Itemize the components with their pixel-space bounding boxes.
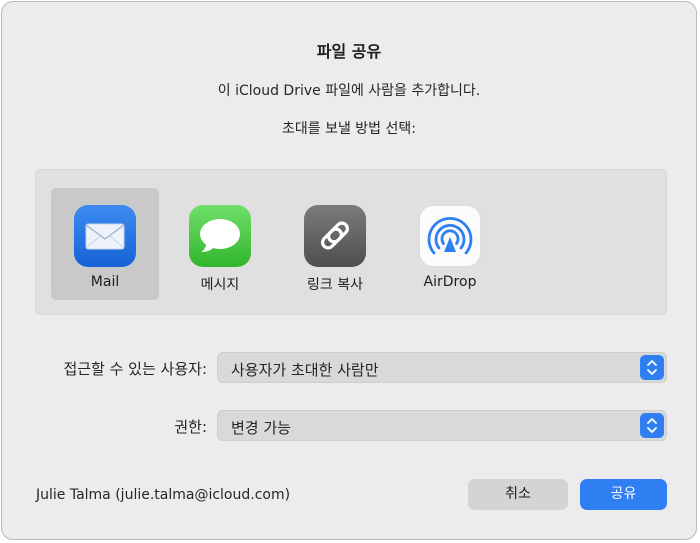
dialog-subtitle: 이 iCloud Drive 파일에 사람을 추가합니다. bbox=[217, 83, 481, 99]
method-airdrop[interactable]: AirDrop bbox=[396, 188, 504, 300]
invite-method-label: 초대를 보낼 방법 선택: bbox=[282, 121, 416, 137]
invite-methods-panel: Mail 메시지 링크 복사 AirDrop bbox=[35, 169, 667, 315]
share-button[interactable]: 공유 bbox=[580, 479, 667, 510]
airdrop-icon bbox=[419, 205, 481, 267]
method-copy-link-label: 링크 복사 bbox=[307, 277, 363, 293]
messages-icon bbox=[189, 205, 251, 267]
method-messages[interactable]: 메시지 bbox=[166, 188, 274, 300]
permission-select[interactable]: 변경 가능 bbox=[217, 410, 667, 441]
permission-label: 권한: bbox=[174, 418, 207, 436]
access-select-value: 사용자가 초대한 사람만 bbox=[231, 361, 379, 379]
method-mail-label: Mail bbox=[90, 274, 120, 290]
current-user-info: Julie Talma (julie.talma@icloud.com) bbox=[36, 487, 291, 503]
link-icon bbox=[304, 205, 366, 267]
share-file-dialog: 파일 공유 이 iCloud Drive 파일에 사람을 추가합니다. 초대를 … bbox=[1, 1, 697, 540]
chevron-up-down-icon[interactable] bbox=[640, 355, 664, 380]
cancel-button[interactable]: 취소 bbox=[468, 479, 568, 510]
access-label: 접근할 수 있는 사용자: bbox=[63, 360, 207, 378]
method-copy-link[interactable]: 링크 복사 bbox=[281, 188, 389, 300]
mail-icon bbox=[74, 205, 136, 267]
chevron-up-down-icon[interactable] bbox=[640, 413, 664, 438]
method-messages-label: 메시지 bbox=[200, 277, 240, 293]
dialog-title: 파일 공유 bbox=[316, 42, 382, 61]
permission-select-value: 변경 가능 bbox=[231, 419, 291, 437]
method-mail[interactable]: Mail bbox=[51, 188, 159, 300]
method-airdrop-label: AirDrop bbox=[423, 274, 477, 290]
access-select[interactable]: 사용자가 초대한 사람만 bbox=[217, 352, 667, 383]
